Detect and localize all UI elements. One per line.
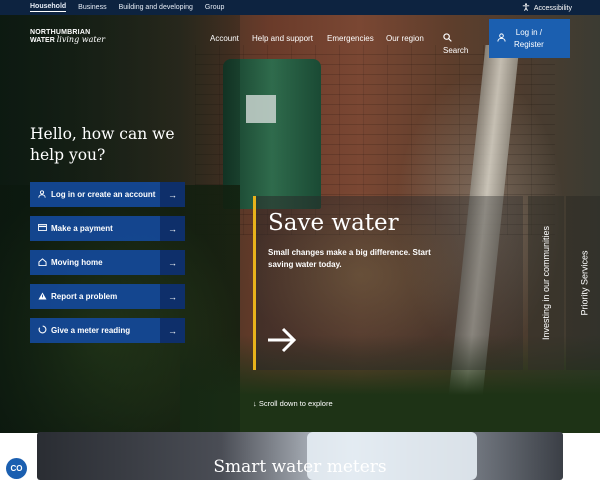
action-label: Make a payment [51, 224, 113, 233]
search-button[interactable]: Search [443, 33, 468, 55]
arrow-right-icon[interactable] [266, 326, 298, 359]
user-icon [33, 189, 51, 200]
tab-building-and-developing[interactable]: Building and developing [119, 4, 193, 11]
cookie-settings-button[interactable]: CO [6, 458, 27, 479]
investing-label: Investing in our communities [541, 225, 551, 341]
meter-icon [33, 325, 51, 336]
give-a-meter-reading-button[interactable]: Give a meter reading → [30, 318, 185, 343]
hero-greeting: Hello, how can we help you? [30, 125, 175, 164]
login-or-create-account-button[interactable]: Log in or create an account → [30, 182, 185, 207]
smart-meters-card[interactable]: Smart water meters [37, 432, 563, 480]
save-water-card[interactable]: Save water Small changes make a big diff… [253, 196, 523, 370]
priority-services-tab[interactable]: Priority Services [566, 196, 600, 370]
login-label: Log in / [515, 27, 543, 37]
northumbrian-water-logo[interactable]: NORTHUMBRIAN WATER living water [30, 29, 110, 49]
action-label: Log in or create an account [51, 190, 156, 199]
scroll-down-link[interactable]: ↓ Scroll down to explore [253, 399, 333, 408]
priority-services-label: Priority Services [579, 250, 590, 316]
save-water-description: Small changes make a big difference. Sta… [268, 248, 431, 269]
arrow-right-icon: → [160, 284, 185, 309]
tab-group[interactable]: Group [205, 4, 224, 11]
save-water-title: Save water [268, 210, 399, 236]
tab-business[interactable]: Business [78, 4, 106, 11]
moving-home-button[interactable]: Moving home → [30, 250, 185, 275]
arrow-right-icon: → [160, 182, 185, 207]
nav-emergencies[interactable]: Emergencies [327, 34, 374, 43]
user-icon [497, 33, 506, 44]
scroll-label: Scroll down to explore [258, 399, 333, 408]
arrow-down-icon: ↓ [253, 399, 257, 408]
investing-in-communities-tab[interactable]: Investing in our communities [528, 196, 564, 370]
login-register-button[interactable]: Log in / Register [489, 19, 570, 58]
arrow-right-icon: → [160, 250, 185, 275]
report-a-problem-button[interactable]: Report a problem → [30, 284, 185, 309]
arrow-right-icon: → [160, 216, 185, 241]
search-label: Search [443, 46, 469, 55]
action-label: Report a problem [51, 292, 118, 301]
top-utility-bar: Household Business Building and developi… [0, 0, 600, 15]
nav-account[interactable]: Account [210, 34, 239, 43]
nav-our-region[interactable]: Our region [386, 34, 424, 43]
card-icon [33, 224, 51, 233]
warning-icon [33, 291, 51, 302]
accessibility-label: Accessibility [533, 4, 572, 12]
make-a-payment-button[interactable]: Make a payment → [30, 216, 185, 241]
quick-actions: Log in or create an account → Make a pay… [30, 182, 185, 352]
action-label: Give a meter reading [51, 326, 131, 335]
cookie-icon: CO [10, 464, 23, 473]
accessibility-icon [522, 3, 530, 13]
action-label: Moving home [51, 258, 103, 267]
smart-meters-title: Smart water meters [213, 457, 387, 477]
tab-household[interactable]: Household [30, 3, 67, 12]
search-icon [443, 33, 468, 44]
home-icon [33, 257, 51, 268]
nav-help-and-support[interactable]: Help and support [252, 34, 313, 43]
accessibility-link[interactable]: Accessibility [522, 3, 572, 13]
arrow-right-icon: → [160, 318, 185, 343]
register-label: Register [514, 39, 544, 49]
